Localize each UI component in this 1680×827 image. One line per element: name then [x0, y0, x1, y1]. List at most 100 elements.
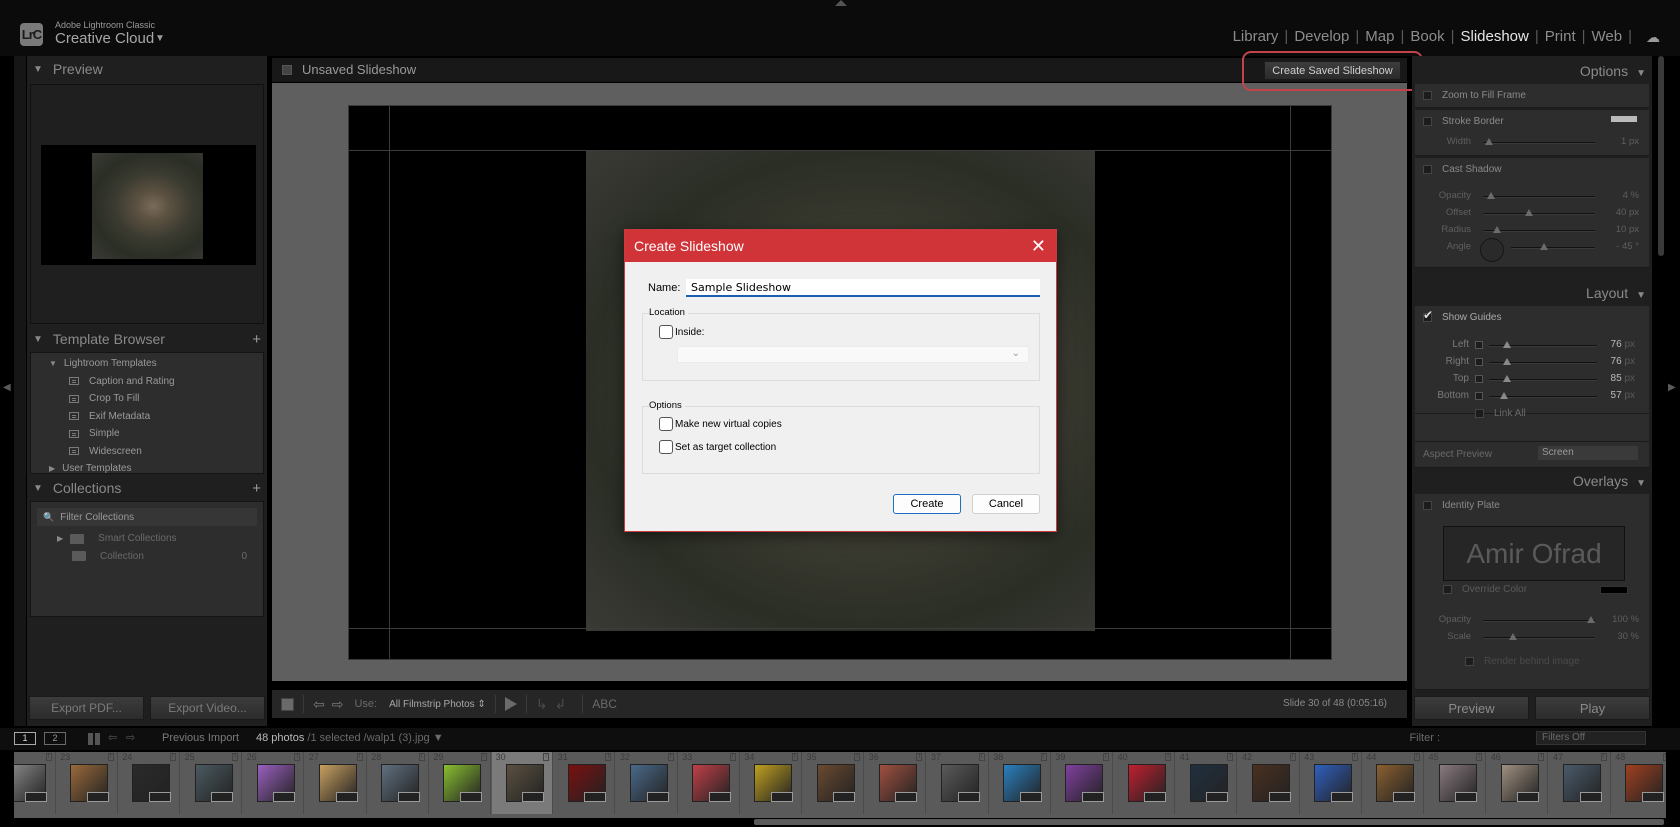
shadow-offset-slider[interactable]: Offset 40 px [1415, 205, 1649, 221]
slider-track[interactable] [1483, 209, 1595, 216]
filmstrip-thumbnail[interactable]: 23! [56, 752, 118, 814]
slider-track[interactable] [1483, 138, 1595, 145]
tree-folder-lightroom-templates[interactable]: ▼ Lightroom Templates [31, 355, 263, 373]
guide-link-checkbox[interactable] [1475, 392, 1483, 400]
forward-arrow-icon[interactable]: ⇨ [126, 731, 135, 744]
filmstrip-thumbnail[interactable]: 26! [243, 752, 305, 814]
stroke-color-swatch[interactable] [1611, 116, 1637, 122]
filmstrip-thumbnail[interactable]: 38! [989, 752, 1051, 814]
main-screen-button[interactable]: 1 [14, 732, 36, 745]
slider-thumb[interactable] [1503, 375, 1511, 382]
shadow-angle-slider[interactable]: Angle - 45 ° [1415, 239, 1649, 255]
filmstrip-thumbnail[interactable]: 22! [14, 752, 56, 814]
show-guides-checkbox[interactable]: Show Guides [1423, 308, 1501, 323]
filmstrip-thumbnail[interactable]: 29! [429, 752, 491, 814]
add-collection-icon[interactable]: + [252, 480, 261, 497]
second-screen-button[interactable]: 2 [44, 732, 66, 745]
export-video-button[interactable]: Export Video... [150, 696, 265, 720]
previous-slide-icon[interactable]: ⇦ [313, 696, 325, 713]
filmstrip-thumbnail[interactable]: 36! [865, 752, 927, 814]
cancel-button[interactable]: Cancel [972, 494, 1040, 514]
module-library[interactable]: Library [1227, 28, 1285, 45]
guide-link-checkbox[interactable] [1475, 375, 1483, 383]
slider-thumb[interactable] [1503, 358, 1511, 365]
template-item[interactable]: Widescreen [31, 443, 263, 461]
slider-thumb[interactable] [1587, 616, 1595, 623]
module-web[interactable]: Web [1586, 28, 1629, 45]
filmstrip-thumbnail[interactable]: 34! [740, 752, 802, 814]
module-develop[interactable]: Develop [1288, 28, 1355, 45]
create-saved-slideshow-button[interactable]: Create Saved Slideshow [1264, 61, 1401, 80]
top-panel-toggle-icon[interactable] [835, 0, 847, 6]
stroke-width-slider[interactable]: Width 1 px [1415, 134, 1649, 150]
template-item[interactable]: Simple [31, 425, 263, 443]
filmstrip-thumbnail[interactable]: 31! [554, 752, 616, 814]
shadow-radius-slider[interactable]: Radius 10 px [1415, 222, 1649, 238]
add-text-button[interactable]: ABC [592, 697, 617, 711]
guide-left-slider[interactable]: Left 76 px [1415, 337, 1649, 353]
filmstrip-count[interactable]: 48 photos /1 selected /walp1 (3).jpg ▼ [256, 732, 444, 744]
use-source-select[interactable]: All Filmstrip Photos ⇕ [389, 699, 486, 710]
inside-collection-select[interactable]: ⌄ [677, 346, 1029, 363]
filter-collections-input[interactable]: 🔍 Filter Collections [37, 508, 257, 526]
identity-plate-preview[interactable]: Amir Ofrad [1443, 526, 1625, 581]
collection-item[interactable]: Collection 0 [31, 548, 263, 566]
filmstrip-thumbnail[interactable]: 44! [1362, 752, 1424, 814]
slider-thumb[interactable] [1509, 633, 1517, 640]
play-preview-icon[interactable] [504, 697, 517, 711]
template-browser-header[interactable]: ▼ Template Browser + [27, 326, 267, 352]
name-input[interactable] [686, 279, 1040, 297]
back-arrow-icon[interactable]: ⇦ [108, 731, 117, 744]
slider-thumb[interactable] [1493, 226, 1502, 233]
slider-track[interactable] [1483, 192, 1595, 199]
filmstrip-thumbnail[interactable]: 33! [678, 752, 740, 814]
filmstrip-thumbnail[interactable]: 24! [118, 752, 180, 814]
stop-button[interactable] [281, 697, 294, 711]
template-item[interactable]: Caption and Rating [31, 373, 263, 391]
override-color-swatch[interactable] [1600, 586, 1628, 594]
right-panel-scrollbar[interactable] [1658, 56, 1664, 256]
guide-right-slider[interactable]: Right 76 px [1415, 354, 1649, 370]
slider-thumb[interactable] [1524, 209, 1533, 216]
zoom-to-fill-checkbox[interactable]: Zoom to Fill Frame [1423, 90, 1526, 101]
slider-track[interactable] [1483, 616, 1595, 623]
next-slide-icon[interactable]: ⇨ [332, 696, 344, 713]
filmstrip-thumbnail[interactable]: 40! [1114, 752, 1176, 814]
guide-bottom[interactable] [349, 628, 1331, 629]
filmstrip-thumbnail[interactable]: 37! [927, 752, 989, 814]
create-button[interactable]: Create [893, 494, 961, 514]
inside-checkbox[interactable]: Inside: [659, 325, 704, 339]
template-item[interactable]: Exif Metadata [31, 408, 263, 426]
close-icon[interactable]: ✕ [1031, 236, 1046, 257]
guide-left[interactable] [389, 106, 390, 659]
grid-view-icon[interactable] [88, 733, 100, 745]
filmstrip-thumbnail[interactable]: 28! [367, 752, 429, 814]
filmstrip-thumbnail[interactable]: 27! [305, 752, 367, 814]
filmstrip-thumbnail[interactable]: 39! [1051, 752, 1113, 814]
options-panel-header[interactable]: Options ▼ [1412, 58, 1652, 84]
module-map[interactable]: Map [1359, 28, 1400, 45]
right-panel-arrow-icon[interactable]: ▶ [1668, 382, 1676, 393]
shadow-opacity-slider[interactable]: Opacity 4 % [1415, 188, 1649, 204]
module-book[interactable]: Book [1404, 28, 1450, 45]
slider-track[interactable] [1483, 226, 1595, 233]
overlays-panel-header[interactable]: Overlays ▼ [1412, 468, 1652, 494]
filmstrip-source[interactable]: Previous Import [162, 732, 239, 744]
template-item[interactable]: Crop To Fill [31, 390, 263, 408]
filmstrip-thumbnail[interactable]: 41! [1176, 752, 1238, 814]
overlay-scale-slider[interactable]: Scale 30 % [1415, 629, 1649, 645]
slider-thumb[interactable] [1503, 341, 1511, 348]
filmstrip-thumbnail[interactable]: 45! [1425, 752, 1487, 814]
module-slideshow[interactable]: Slideshow [1454, 28, 1534, 45]
render-behind-checkbox[interactable]: Render behind image [1465, 656, 1580, 667]
cast-shadow-checkbox[interactable]: Cast Shadow [1423, 164, 1501, 175]
chevron-down-icon[interactable]: ▼ [155, 33, 165, 44]
guide-top-slider[interactable]: Top 85 px [1415, 371, 1649, 387]
slider-track[interactable] [1489, 392, 1597, 399]
guide-top[interactable] [349, 150, 1331, 151]
module-print[interactable]: Print [1539, 28, 1582, 45]
guide-bottom-slider[interactable]: Bottom 57 px [1415, 388, 1649, 404]
preview-panel-header[interactable]: ▼ Preview [27, 56, 267, 82]
slider-thumb[interactable] [1539, 243, 1548, 250]
override-color-checkbox[interactable]: Override Color [1443, 584, 1527, 595]
